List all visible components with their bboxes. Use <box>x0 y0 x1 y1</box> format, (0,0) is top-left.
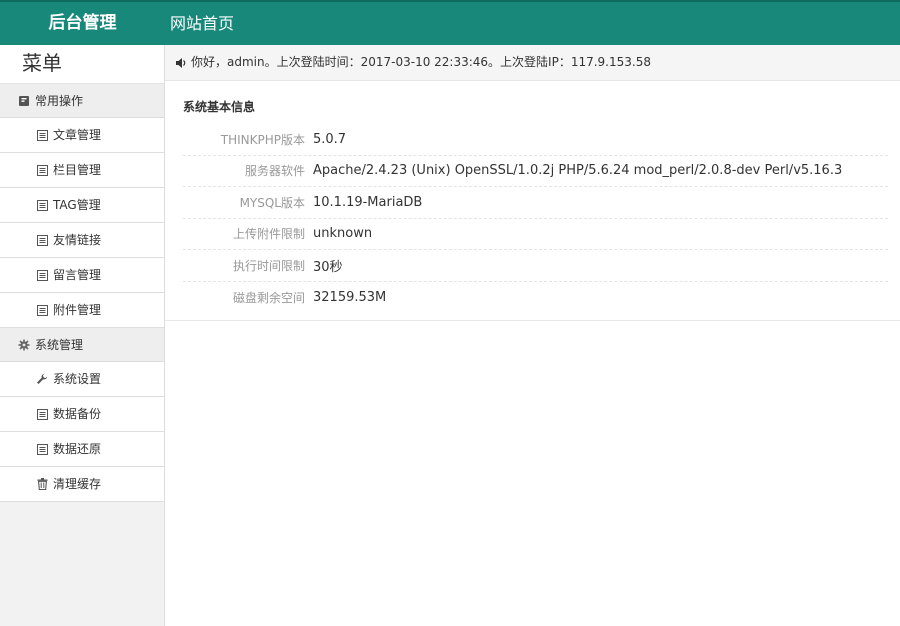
sidebar-item-restore[interactable]: 数据还原 <box>0 432 164 467</box>
trash-icon <box>36 478 48 490</box>
gear-icon <box>18 339 30 351</box>
info-row: 磁盘剩余空间 32159.53M <box>183 282 888 314</box>
info-value: Apache/2.4.23 (Unix) OpenSSL/1.0.2j PHP/… <box>313 163 843 179</box>
sidebar-item-backup[interactable]: 数据备份 <box>0 397 164 432</box>
info-row: 上传附件限制 unknown <box>183 219 888 250</box>
sidebar-item-attachments[interactable]: 附件管理 <box>0 293 164 328</box>
list-icon <box>36 234 48 246</box>
list-icon <box>36 129 48 141</box>
info-table: THINKPHP版本 5.0.7 服务器软件 Apache/2.4.23 (Un… <box>183 124 888 313</box>
info-label: 执行时间限制 <box>232 258 305 273</box>
sidebar: 菜单 常用操作 文章管理 栏目管理 TAG管理 友情链接 留言管理 附件管理 系… <box>0 45 165 626</box>
sidebar-item-clear-cache[interactable]: 清理缓存 <box>0 467 164 502</box>
section-title: 系统基本信息 <box>183 100 256 114</box>
info-label: 磁盘剩余空间 <box>232 290 305 305</box>
sidebar-item-label: 文章管理 <box>53 128 102 142</box>
list-icon <box>36 199 48 211</box>
sidebar-item-label: 数据还原 <box>53 442 102 456</box>
info-row: THINKPHP版本 5.0.7 <box>183 124 888 156</box>
top-header: 后台管理 网站首页 <box>0 0 900 45</box>
sidebar-item-label: 数据备份 <box>53 407 102 421</box>
info-row: MYSQL版本 10.1.19-MariaDB <box>183 187 888 219</box>
info-value: unknown <box>313 226 373 242</box>
info-value: 10.1.19-MariaDB <box>313 194 423 210</box>
wrench-icon <box>36 373 48 385</box>
info-value: 5.0.7 <box>313 131 347 147</box>
sidebar-item-label: 附件管理 <box>53 303 102 317</box>
info-label: MYSQL版本 <box>239 195 305 210</box>
welcome-text: 你好，admin。上次登陆时间：2017-03-10 22:33:46。上次登陆… <box>191 55 651 69</box>
sidebar-item-settings[interactable]: 系统设置 <box>0 362 164 397</box>
sidebar-item-articles[interactable]: 文章管理 <box>0 118 164 153</box>
list-icon <box>36 443 48 455</box>
info-label: 服务器软件 <box>244 164 305 179</box>
welcome-bar: 你好，admin。上次登陆时间：2017-03-10 22:33:46。上次登陆… <box>165 45 900 81</box>
sidebar-item-messages[interactable]: 留言管理 <box>0 258 164 293</box>
sidebar-item-label: 系统设置 <box>53 372 102 386</box>
info-label: 上传附件限制 <box>232 227 305 242</box>
list-icon <box>36 164 48 176</box>
system-info-panel: 系统基本信息 THINKPHP版本 5.0.7 服务器软件 Apache/2.4… <box>165 81 900 321</box>
book-icon <box>18 95 30 107</box>
sidebar-title: 菜单 <box>0 45 164 84</box>
info-value: 30秒 <box>313 259 343 275</box>
list-icon <box>36 269 48 281</box>
info-value: 32159.53M <box>313 289 387 305</box>
sidebar-item-label: TAG管理 <box>53 198 101 212</box>
sidebar-item-label: 留言管理 <box>53 268 102 282</box>
sidebar-group-system[interactable]: 系统管理 <box>0 328 164 362</box>
brand-title[interactable]: 后台管理 <box>0 2 165 45</box>
sidebar-item-label: 栏目管理 <box>53 163 102 177</box>
sidebar-item-links[interactable]: 友情链接 <box>0 223 164 258</box>
nav-home-link[interactable]: 网站首页 <box>170 2 234 45</box>
sidebar-group-common[interactable]: 常用操作 <box>0 84 164 118</box>
sidebar-group-label: 常用操作 <box>35 93 84 108</box>
speaker-icon <box>175 57 187 69</box>
info-row: 执行时间限制 30秒 <box>183 250 888 282</box>
sidebar-item-tags[interactable]: TAG管理 <box>0 188 164 223</box>
list-icon <box>36 304 48 316</box>
info-row: 服务器软件 Apache/2.4.23 (Unix) OpenSSL/1.0.2… <box>183 156 888 187</box>
info-label: THINKPHP版本 <box>220 132 305 147</box>
list-icon <box>36 408 48 420</box>
sidebar-item-label: 友情链接 <box>53 233 102 247</box>
sidebar-item-columns[interactable]: 栏目管理 <box>0 153 164 188</box>
sidebar-item-label: 清理缓存 <box>53 477 102 491</box>
sidebar-group-label: 系统管理 <box>35 337 84 352</box>
